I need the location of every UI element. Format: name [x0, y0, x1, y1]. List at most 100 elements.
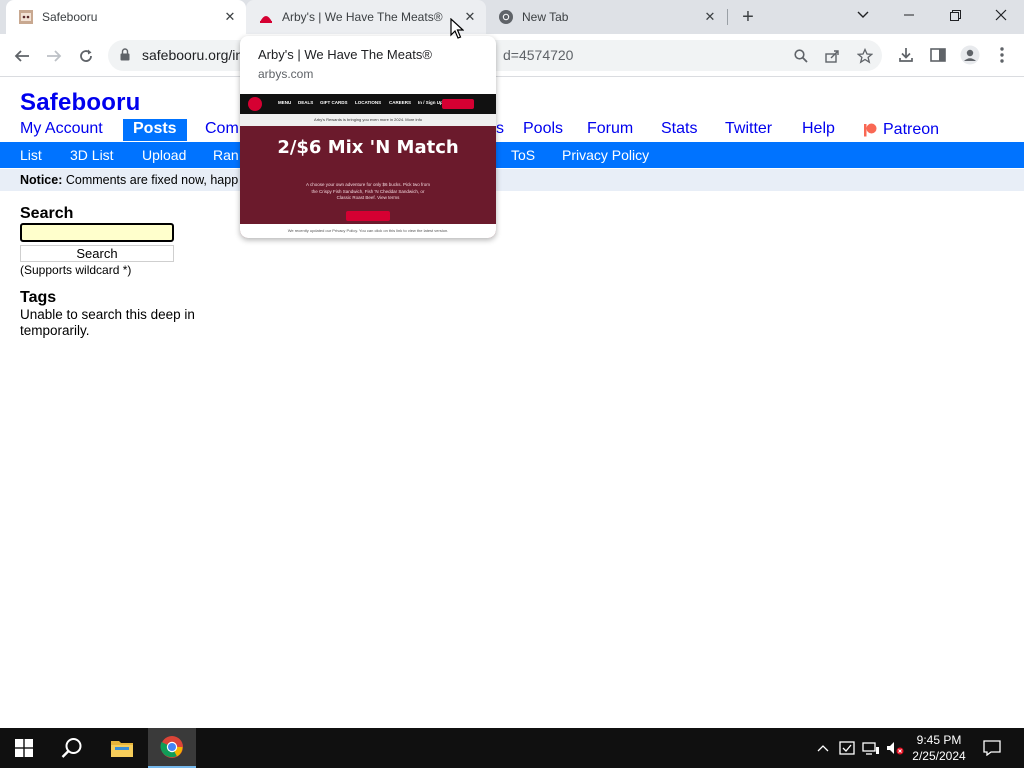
preview-order-button	[442, 99, 474, 109]
tags-message: Unable to search this deep in temporaril…	[20, 307, 195, 338]
forward-arrow-icon	[47, 50, 62, 62]
mouse-cursor-icon	[450, 18, 464, 39]
close-icon[interactable]: ✕	[220, 7, 240, 27]
side-panel-icon[interactable]	[927, 44, 949, 66]
hover-card-title: Arby's | We Have The Meats®	[258, 47, 432, 62]
volume-muted-icon[interactable]	[884, 728, 906, 768]
browser-toolbar: safebooru.org/in d=4574720	[0, 34, 1024, 77]
close-icon	[995, 9, 1007, 21]
subnav-upload[interactable]: Upload	[142, 147, 186, 163]
subnav-list[interactable]: List	[20, 147, 42, 163]
tray-app-icon[interactable]	[836, 728, 858, 768]
chevron-down-icon	[857, 11, 869, 18]
chrome-favicon	[498, 9, 514, 25]
nav-posts[interactable]: Posts	[123, 119, 187, 141]
share-icon[interactable]	[824, 47, 842, 65]
taskbar-search-button[interactable]	[48, 728, 96, 768]
sub-nav: List 3D List Upload Ran ToS Privacy Poli…	[0, 142, 1024, 168]
tags-heading: Tags	[20, 289, 57, 306]
search-icon	[61, 738, 82, 758]
tab-title: Arby's | We Have The Meats®	[282, 10, 443, 24]
arbys-logo	[248, 97, 262, 111]
tab-new-tab[interactable]: New Tab ✕	[486, 0, 726, 34]
zoom-search-icon[interactable]	[792, 47, 810, 65]
nav-my-account[interactable]: My Account	[20, 119, 103, 141]
hover-card-domain: arbys.com	[258, 67, 314, 81]
start-icon	[15, 739, 33, 757]
preview-header: MENU DEALS GIFT CARDS LOCATIONS CAREERS …	[240, 94, 496, 114]
minimize-icon	[904, 14, 914, 16]
subnav-privacy-policy[interactable]: Privacy Policy	[562, 147, 649, 163]
preview-nav-item: LOCATIONS	[355, 100, 382, 105]
url-text-tail[interactable]: d=4574720	[503, 47, 573, 63]
search-input[interactable]	[20, 223, 174, 242]
safebooru-favicon	[18, 9, 34, 25]
start-button[interactable]	[0, 728, 48, 768]
tray-overflow-chevron-up-icon[interactable]	[812, 728, 834, 768]
restore-icon	[949, 9, 961, 21]
nav-patreon-label: Patreon	[883, 121, 940, 138]
arbys-favicon	[258, 9, 274, 25]
close-icon[interactable]: ✕	[700, 7, 720, 27]
chrome-taskbar-button[interactable]	[148, 728, 196, 768]
preview-nav-item: In / Sign Up	[418, 100, 443, 105]
site-title-link[interactable]: Safebooru	[20, 89, 140, 117]
clock-time: 9:45 PM	[916, 733, 962, 747]
chrome-icon	[160, 736, 183, 758]
search-button[interactable]: Search	[20, 245, 174, 262]
url-text[interactable]: safebooru.org/in	[142, 47, 243, 63]
preview-nav-item: CAREERS	[389, 100, 412, 105]
system-clock[interactable]: 9:45 PM 2/25/2024	[906, 732, 972, 764]
subnav-3d-list[interactable]: 3D List	[70, 147, 114, 163]
profile-avatar-icon[interactable]	[959, 44, 981, 66]
nav-patreon[interactable]: Patreon	[862, 119, 939, 141]
main-nav: My Account Posts Com s Pools Forum Stats…	[0, 119, 1024, 141]
reload-button[interactable]	[72, 42, 100, 70]
minimize-button[interactable]	[886, 0, 932, 30]
close-window-button[interactable]	[978, 0, 1024, 30]
notice-bar: Notice: Comments are fixed now, happ	[0, 169, 1024, 191]
preview-nav-item: MENU	[278, 100, 292, 105]
forward-button[interactable]	[40, 42, 68, 70]
notice-label: Notice:	[20, 173, 63, 187]
search-heading: Search	[20, 205, 74, 222]
preview-footer: We recently updated our Privacy Policy. …	[240, 224, 496, 238]
tab-search-button[interactable]	[840, 0, 886, 30]
nav-stats[interactable]: Stats	[661, 119, 697, 141]
nav-item-partial[interactable]: s	[496, 119, 504, 141]
download-icon[interactable]	[895, 44, 917, 66]
subnav-tos[interactable]: ToS	[511, 147, 535, 163]
notification-center-icon[interactable]	[978, 728, 1006, 768]
preview-nav-item: DEALS	[298, 100, 314, 105]
nav-pools[interactable]: Pools	[523, 119, 563, 141]
clock-date: 2/25/2024	[912, 749, 966, 763]
preview-banner: Arby's Rewards is bringing you even more…	[240, 114, 496, 126]
nav-twitter[interactable]: Twitter	[725, 119, 772, 141]
restore-button[interactable]	[932, 0, 978, 30]
lock-icon[interactable]	[120, 48, 130, 66]
nav-comments[interactable]: Com	[205, 119, 239, 141]
subnav-random[interactable]: Ran	[213, 147, 239, 163]
web-page: Safebooru My Account Posts Com s Pools F…	[0, 77, 1024, 728]
new-tab-button[interactable]: +	[736, 6, 760, 28]
file-explorer-icon	[111, 741, 133, 757]
tab-title: Safebooru	[42, 10, 98, 24]
menu-kebab-icon[interactable]	[991, 44, 1013, 66]
notice-text: Comments are fixed now, happ	[62, 173, 239, 187]
back-button[interactable]	[8, 42, 36, 70]
preview-nav-item: GIFT CARDS	[320, 100, 348, 105]
preview-body: A choose your own adventure for only $6 …	[305, 182, 431, 200]
patreon-icon	[864, 123, 877, 137]
network-icon[interactable]	[860, 728, 882, 768]
nav-help[interactable]: Help	[802, 119, 835, 141]
file-explorer-button[interactable]	[98, 728, 146, 768]
tab-separator	[727, 9, 728, 25]
wildcard-note: (Supports wildcard *)	[20, 263, 132, 277]
bookmark-star-icon[interactable]	[856, 47, 874, 65]
nav-forum[interactable]: Forum	[587, 119, 633, 141]
taskbar: 9:45 PM 2/25/2024	[0, 728, 1024, 768]
tab-strip: Safebooru ✕ Arby's | We Have The Meats® …	[0, 0, 1024, 34]
tab-safebooru[interactable]: Safebooru ✕	[6, 0, 246, 34]
tab-title: New Tab	[522, 10, 569, 24]
page-preview-thumbnail: MENU DEALS GIFT CARDS LOCATIONS CAREERS …	[240, 94, 496, 238]
